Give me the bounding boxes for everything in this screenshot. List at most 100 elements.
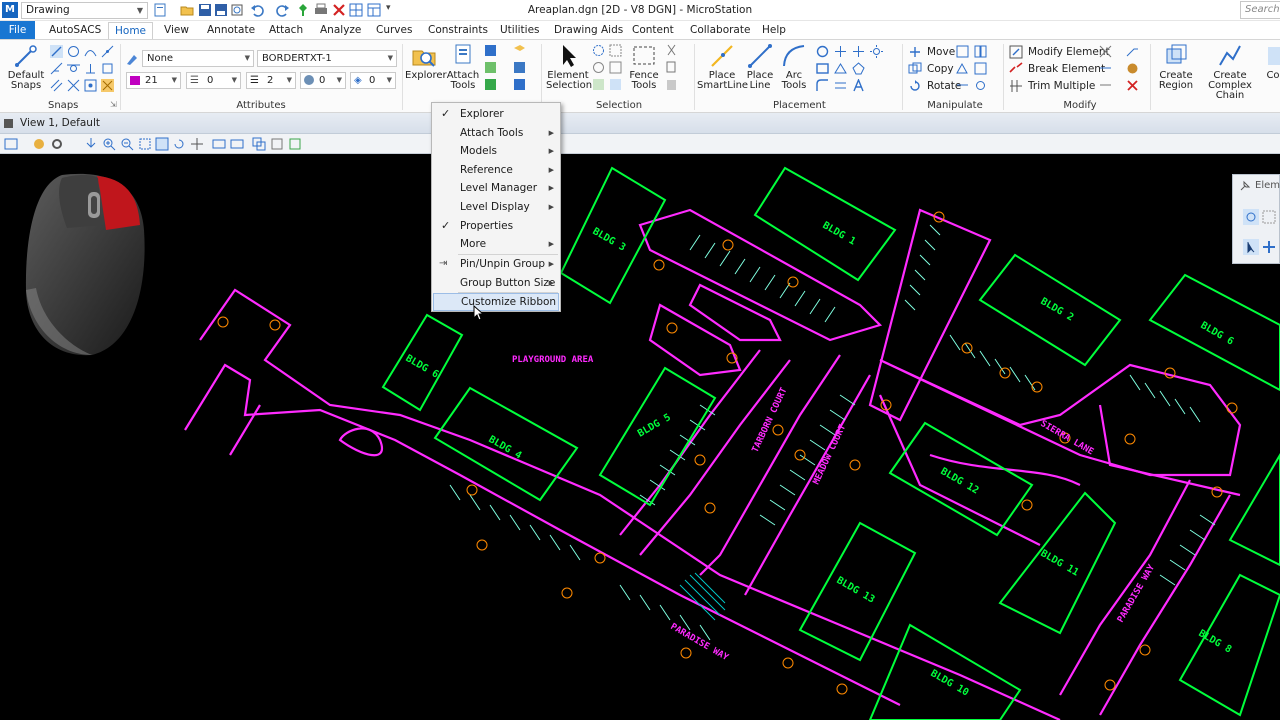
tab-content[interactable]: Content	[632, 23, 674, 39]
search-input[interactable]: Search	[1240, 1, 1280, 19]
save-settings-icon[interactable]	[214, 3, 228, 17]
redo-icon[interactable]	[276, 3, 290, 17]
explorer-button[interactable]: Explorer	[405, 43, 447, 81]
snap-intersection-icon[interactable]	[67, 79, 80, 92]
partial-delete-icon[interactable]	[1099, 79, 1112, 92]
selection-filter-icon[interactable]	[609, 78, 622, 91]
place-polygon-icon[interactable]	[852, 62, 865, 75]
copy-clipboard-icon[interactable]	[665, 61, 678, 74]
select-all-icon[interactable]	[592, 44, 605, 57]
zoom-in-icon[interactable]	[102, 137, 116, 151]
place-fillet-icon[interactable]	[816, 79, 829, 92]
place-cell-icon[interactable]	[852, 45, 865, 58]
menu-item-group-button-size[interactable]: Group Button Size ▶	[433, 274, 559, 292]
references-icon[interactable]	[484, 61, 497, 74]
more-ribbon-button[interactable]: Co	[1266, 43, 1280, 81]
view-previous-icon[interactable]	[212, 137, 226, 151]
level-select[interactable]: BORDERTXT-1 ▼	[257, 50, 397, 67]
clear-selection-icon[interactable]	[592, 61, 605, 74]
properties-icon[interactable]	[484, 78, 497, 91]
menu-item-models[interactable]: Models ▶	[433, 142, 559, 160]
snap-perpendicular-icon[interactable]	[84, 62, 97, 75]
view-grid-icon[interactable]	[349, 3, 363, 17]
menu-item-reference[interactable]: Reference ▶	[433, 161, 559, 179]
element-arrow-icon[interactable]	[1243, 239, 1259, 255]
tab-home[interactable]: Home	[108, 22, 154, 40]
element-template-icon[interactable]	[126, 53, 139, 66]
place-multiline-icon[interactable]	[834, 79, 847, 92]
element-select-icon[interactable]	[1261, 209, 1277, 225]
array-icon[interactable]	[956, 62, 969, 75]
snap-parallel-icon[interactable]	[50, 79, 63, 92]
tab-utilities[interactable]: Utilities	[500, 23, 540, 39]
snap-bisector-icon[interactable]	[84, 79, 97, 92]
tab-autosacs[interactable]: AutoSACS	[49, 23, 101, 39]
level-manager-icon[interactable]	[513, 44, 526, 57]
save-icon[interactable]	[198, 3, 212, 17]
print-preview-icon[interactable]	[230, 3, 244, 17]
delete-icon[interactable]	[1126, 79, 1139, 92]
place-circle-icon[interactable]	[816, 45, 829, 58]
place-block-icon[interactable]	[816, 62, 829, 75]
element-add-icon[interactable]	[1261, 239, 1277, 255]
snap-nearest-icon[interactable]	[50, 62, 63, 75]
zoom-out-icon[interactable]	[120, 137, 134, 151]
menu-item-explorer[interactable]: ✓ Explorer	[433, 105, 559, 123]
place-shape-icon[interactable]	[834, 62, 847, 75]
tab-annotate[interactable]: Annotate	[207, 23, 255, 39]
place-text-icon[interactable]	[852, 79, 865, 92]
menu-item-pin-unpin-group[interactable]: ⇥ Pin/Unpin Group ▶	[433, 255, 559, 273]
rotate-view-icon[interactable]	[172, 137, 186, 151]
menu-item-customize-ribbon[interactable]: Customize Ribbon	[433, 293, 559, 311]
priority-select[interactable]: ◈ 0 ▼	[350, 72, 396, 89]
tab-file[interactable]: File	[0, 21, 35, 39]
place-point-icon[interactable]	[834, 45, 847, 58]
template-select[interactable]: None ▼	[142, 50, 254, 67]
clip-volume-icon[interactable]	[270, 137, 284, 151]
line-style-select[interactable]: ☰ 0 ▼	[186, 72, 241, 89]
microstation-logo-icon[interactable]: M	[2, 2, 18, 18]
print-icon[interactable]	[314, 3, 328, 17]
clip-mask-icon[interactable]	[288, 137, 302, 151]
arc-tools-button[interactable]: Arc Tools	[778, 43, 810, 91]
view-attributes-icon[interactable]	[4, 137, 18, 151]
invert-selection-icon[interactable]	[609, 61, 622, 74]
align-icon[interactable]	[974, 62, 987, 75]
tab-view[interactable]: View	[164, 23, 189, 39]
snap-arc-icon[interactable]	[84, 45, 97, 58]
new-file-icon[interactable]	[153, 3, 167, 17]
update-view-icon[interactable]	[84, 137, 98, 151]
window-area-icon[interactable]	[138, 137, 152, 151]
menu-item-level-display[interactable]: Level Display ▶	[433, 198, 559, 216]
color-select[interactable]: 21 ▼	[126, 72, 181, 89]
drawing-canvas[interactable]: BLDG 1 BLDG 2 BLDG 3 BLDG 4 BLDG 5 BLDG …	[0, 155, 1280, 720]
default-snaps-button[interactable]: Default Snaps	[6, 43, 46, 91]
element-information-panel[interactable]: Eleme	[1232, 174, 1280, 264]
display-style-icon[interactable]	[32, 137, 46, 151]
spin-icon[interactable]	[974, 79, 987, 92]
workspace-select[interactable]: Drawing ▼	[21, 2, 148, 19]
group-launcher-icon[interactable]: ⇲	[110, 100, 117, 109]
place-sun-icon[interactable]	[870, 45, 883, 58]
pin-icon[interactable]	[296, 3, 310, 17]
place-smartline-button[interactable]: Place SmartLine	[697, 43, 748, 91]
element-locate-icon[interactable]	[1243, 209, 1259, 225]
extend-icon[interactable]	[1126, 45, 1139, 58]
rotate-button[interactable]: Rotate	[908, 78, 961, 94]
more-primary-icon[interactable]	[513, 78, 526, 91]
tab-attach[interactable]: Attach	[269, 23, 303, 39]
snap-center-icon[interactable]	[67, 45, 80, 58]
copy-button[interactable]: Copy	[908, 61, 954, 77]
panel-pin-icon[interactable]	[1239, 180, 1251, 192]
view-next-icon[interactable]	[230, 137, 244, 151]
copy-view-icon[interactable]	[252, 137, 266, 151]
menu-item-attach-tools[interactable]: Attach Tools ▶	[433, 124, 559, 142]
undo-icon[interactable]	[250, 3, 264, 17]
snap-tangent-icon[interactable]	[67, 62, 80, 75]
tab-drawing-aids[interactable]: Drawing Aids	[554, 23, 623, 39]
snap-multi-icon[interactable]	[101, 79, 114, 92]
delete-vertex-icon[interactable]	[1099, 45, 1112, 58]
menu-item-level-manager[interactable]: Level Manager ▶	[433, 179, 559, 197]
models-icon[interactable]	[484, 44, 497, 57]
menu-item-properties[interactable]: ✓ Properties	[433, 217, 559, 235]
